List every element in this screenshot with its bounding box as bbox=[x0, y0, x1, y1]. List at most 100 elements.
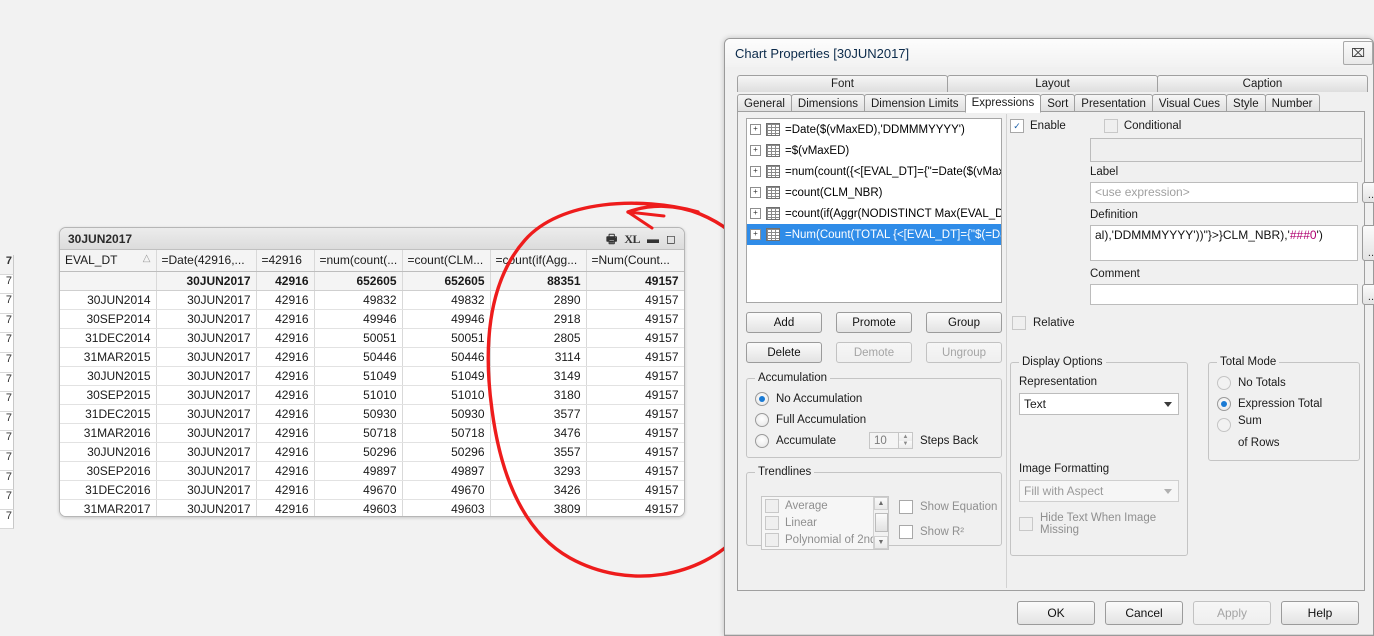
table-cell[interactable]: 31MAR2017 bbox=[60, 499, 157, 516]
help-button[interactable]: Help bbox=[1281, 601, 1359, 625]
table-cell[interactable]: 31DEC2016 bbox=[60, 480, 157, 500]
table-cell[interactable]: 49832 bbox=[314, 290, 403, 310]
table-cell[interactable]: 30JUN2017 bbox=[156, 385, 257, 405]
table-cell[interactable]: 49832 bbox=[402, 290, 491, 310]
table-cell[interactable]: 49157 bbox=[586, 309, 684, 329]
table-cell[interactable]: 3557 bbox=[490, 442, 587, 462]
column-header[interactable]: =42916 bbox=[256, 250, 315, 272]
ok-button[interactable]: OK bbox=[1017, 601, 1095, 625]
table-cell[interactable]: 49946 bbox=[402, 309, 491, 329]
table-cell[interactable]: 49670 bbox=[314, 480, 403, 500]
comment-input[interactable] bbox=[1090, 284, 1358, 305]
table-cell[interactable]: 3426 bbox=[490, 480, 587, 500]
definition-edit-button[interactable]: ... bbox=[1362, 225, 1374, 261]
table-cell[interactable]: 49897 bbox=[314, 461, 403, 481]
table-cell[interactable]: 49157 bbox=[586, 442, 684, 462]
table-cell[interactable]: 50718 bbox=[402, 423, 491, 443]
table-cell[interactable]: 49603 bbox=[314, 499, 403, 516]
table-cell[interactable]: 30JUN2017 bbox=[156, 366, 257, 386]
table-cell[interactable]: 31DEC2015 bbox=[60, 404, 157, 424]
table-cell[interactable]: 30JUN2017 bbox=[156, 328, 257, 348]
label-input[interactable]: <use expression> bbox=[1090, 182, 1358, 203]
chart-properties-dialog[interactable]: Chart Properties [30JUN2017] ⌧ Font Layo… bbox=[724, 38, 1374, 636]
expression-list-item[interactable]: + =Num(Count(TOTAL {<[EVAL_DT]={"$(=Dat bbox=[747, 224, 1001, 245]
promote-button[interactable]: Promote bbox=[836, 312, 912, 333]
table-cell[interactable]: 42916 bbox=[256, 290, 315, 310]
enable-checkbox[interactable]: ✓ bbox=[1010, 119, 1024, 133]
table-cell[interactable]: 30JUN2017 bbox=[156, 442, 257, 462]
conditional-input[interactable] bbox=[1090, 138, 1362, 162]
trendline-item[interactable]: Polynomial of 2nd d bbox=[762, 531, 888, 548]
table-cell[interactable]: 51049 bbox=[402, 366, 491, 386]
radio-full-accumulation[interactable]: Full Accumulation bbox=[755, 409, 993, 430]
expression-list[interactable]: + =Date($(vMaxED),'DDMMMYYYY') + =$(vMaxED)… bbox=[746, 118, 1002, 303]
radio-aggregation[interactable]: Sum bbox=[1217, 414, 1351, 435]
table-cell[interactable]: 42916 bbox=[256, 442, 315, 462]
table-cell[interactable]: 50446 bbox=[402, 347, 491, 367]
minimize-icon[interactable]: ▬ bbox=[647, 233, 659, 245]
trendline-item[interactable]: Average bbox=[762, 497, 888, 514]
table-row[interactable]: 31DEC2015 30JUN2017 42916 50930 50930 3577 491… bbox=[60, 404, 684, 424]
table-cell[interactable]: 31MAR2015 bbox=[60, 347, 157, 367]
table-cell[interactable]: 3180 bbox=[490, 385, 587, 405]
table-row[interactable]: 30SEP2015 30JUN2017 42916 51010 51010 3180 491… bbox=[60, 385, 684, 405]
steps-back-stepper[interactable]: 10 ▲ ▼ bbox=[869, 432, 913, 449]
table-cell[interactable]: 30JUN2015 bbox=[60, 366, 157, 386]
tab-expressions[interactable]: Expressions bbox=[964, 94, 1042, 113]
show-equation-checkbox[interactable]: Show Equation bbox=[899, 500, 997, 514]
table-row[interactable]: 30JUN2017 42916 652605 652605 88351 49157 bbox=[60, 271, 684, 291]
table-row[interactable]: 30SEP2014 30JUN2017 42916 49946 49946 2918 491… bbox=[60, 309, 684, 329]
table-cell[interactable]: 30JUN2014 bbox=[60, 290, 157, 310]
table-cell[interactable]: 51049 bbox=[314, 366, 403, 386]
table-cell[interactable]: 49603 bbox=[402, 499, 491, 516]
comment-edit-button[interactable]: ... bbox=[1362, 284, 1374, 305]
pivot-table-caption[interactable]: 30JUN2017 🖶 XL ▬ ◻ bbox=[60, 228, 684, 250]
trendline-item[interactable]: Polynomial of 3rd d bbox=[762, 548, 888, 549]
table-row[interactable]: 31MAR2016 30JUN2017 42916 50718 50718 3476 491… bbox=[60, 423, 684, 443]
add-button[interactable]: Add bbox=[746, 312, 822, 333]
definition-input[interactable]: al),'DDMMMYYYY'))"}>}CLM_NBR),'###0') bbox=[1090, 225, 1358, 261]
table-cell[interactable]: 51010 bbox=[402, 385, 491, 405]
group-button[interactable]: Group bbox=[926, 312, 1002, 333]
table-cell[interactable]: 42916 bbox=[256, 347, 315, 367]
tab-caption[interactable]: Caption bbox=[1157, 75, 1368, 92]
table-cell[interactable]: 50051 bbox=[402, 328, 491, 348]
relative-checkbox[interactable]: Relative bbox=[1012, 316, 1075, 330]
table-row[interactable]: 30JUN2014 30JUN2017 42916 49832 49832 2890 491… bbox=[60, 290, 684, 310]
expression-list-item[interactable]: + =num(count({<[EVAL_DT]={"=Date($(vMaxE bbox=[747, 161, 1001, 182]
table-cell[interactable]: 30SEP2015 bbox=[60, 385, 157, 405]
table-cell[interactable]: 49157 bbox=[586, 290, 684, 310]
table-cell[interactable]: 3293 bbox=[490, 461, 587, 481]
table-cell[interactable]: 31MAR2016 bbox=[60, 423, 157, 443]
table-cell[interactable]: 49157 bbox=[586, 271, 684, 291]
expand-icon[interactable]: + bbox=[750, 145, 761, 156]
table-cell[interactable]: 42916 bbox=[256, 423, 315, 443]
image-formatting-select[interactable]: Fill with Aspect bbox=[1019, 480, 1179, 502]
table-cell[interactable]: 30JUN2016 bbox=[60, 442, 157, 462]
table-row[interactable]: 31DEC2016 30JUN2017 42916 49670 49670 3426 491… bbox=[60, 480, 684, 500]
excel-export-icon[interactable]: XL bbox=[624, 233, 640, 245]
table-cell[interactable]: 42916 bbox=[256, 499, 315, 516]
table-cell[interactable]: 49946 bbox=[314, 309, 403, 329]
table-cell[interactable]: 49157 bbox=[586, 423, 684, 443]
expression-list-item[interactable]: + =Date($(vMaxED),'DDMMMYYYY') bbox=[747, 119, 1001, 140]
table-cell[interactable]: 50296 bbox=[402, 442, 491, 462]
scroll-down-icon[interactable]: ▼ bbox=[874, 536, 888, 549]
table-cell[interactable]: 51010 bbox=[314, 385, 403, 405]
table-cell[interactable]: 2918 bbox=[490, 309, 587, 329]
table-cell[interactable]: 30SEP2014 bbox=[60, 309, 157, 329]
table-cell[interactable]: 30JUN2017 bbox=[156, 404, 257, 424]
stepper-down-icon[interactable]: ▼ bbox=[899, 440, 912, 448]
close-icon[interactable]: ⌧ bbox=[1343, 41, 1373, 65]
table-cell[interactable]: 30JUN2017 bbox=[156, 271, 257, 291]
table-cell[interactable]: 3577 bbox=[490, 404, 587, 424]
column-header[interactable]: =Num(Count... bbox=[586, 250, 684, 272]
expand-icon[interactable]: + bbox=[750, 229, 761, 240]
stepper-up-icon[interactable]: ▲ bbox=[899, 433, 912, 441]
table-cell[interactable]: 42916 bbox=[256, 271, 315, 291]
scroll-up-icon[interactable]: ▲ bbox=[874, 497, 888, 510]
table-cell[interactable]: 30JUN2017 bbox=[156, 480, 257, 500]
label-browse-button[interactable]: ... bbox=[1362, 182, 1374, 203]
column-header[interactable]: =Date(42916,... bbox=[156, 250, 257, 272]
table-cell[interactable]: 30JUN2017 bbox=[156, 423, 257, 443]
